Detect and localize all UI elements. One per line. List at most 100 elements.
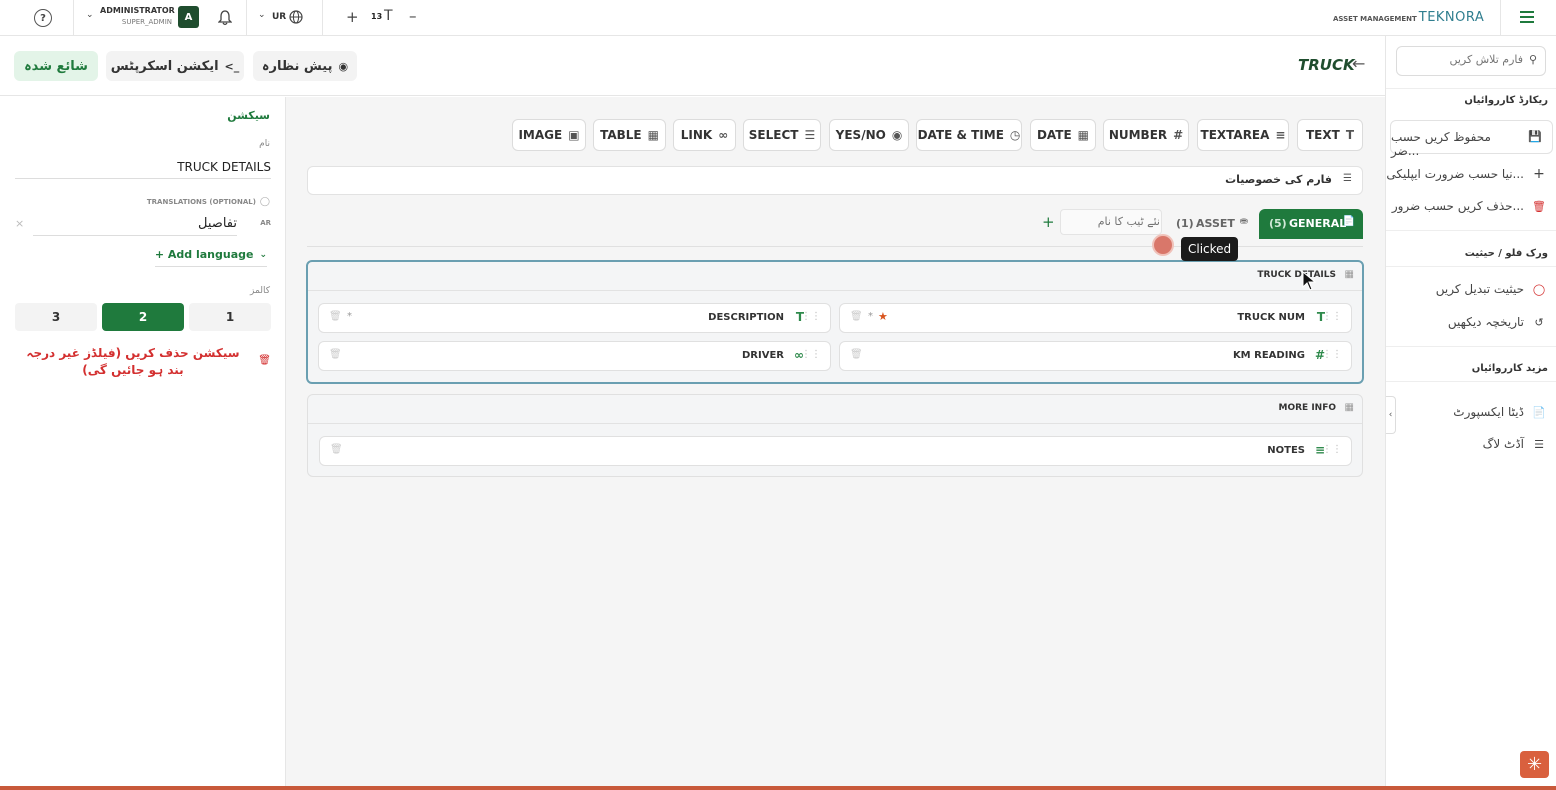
drag-handle-icon[interactable]: ▦ — [1345, 402, 1354, 413]
user-menu-chevron-icon[interactable]: ⌄ — [86, 10, 94, 20]
globe-icon[interactable] — [288, 9, 304, 25]
document-icon: 📄 — [1532, 405, 1546, 419]
form-properties-bar[interactable]: فارم کی خصوصیات ☰ — [307, 166, 1363, 195]
field-type-datetime[interactable]: DATE & TIME ◷ — [916, 119, 1022, 151]
font-decrease-button[interactable]: – — [409, 7, 417, 25]
sidebar-item-delete[interactable]: حذف کریں حسب ضرور... 🗑 — [1392, 199, 1546, 213]
add-tab-button[interactable]: + — [1042, 213, 1055, 231]
field-driver[interactable]: ⋮⋮ ∞ DRIVER 🗑 — [318, 341, 831, 371]
trash-icon: 🗑 — [258, 355, 271, 366]
preview-button[interactable]: پیش نظارہ ◉ — [253, 51, 357, 81]
section-title: MORE INFO — [1278, 403, 1337, 413]
translation-input[interactable]: تفاصيل — [33, 212, 237, 236]
font-increase-button[interactable]: + — [346, 8, 359, 26]
add-language-button[interactable]: + Add language ⌄ — [154, 248, 267, 267]
field-type-textarea[interactable]: TEXTAREA ≡ — [1197, 119, 1289, 151]
tab-asset[interactable]: (1) ASSET ⛂ — [1170, 209, 1254, 239]
field-description[interactable]: ⋮⋮ T DESCRIPTION 🗑 * — [318, 303, 831, 333]
avatar[interactable]: A — [178, 6, 199, 28]
sidebar-item-change-status[interactable]: حیثیت تبدیل کریں ◯ — [1436, 282, 1546, 296]
link-icon: ∞ — [794, 348, 804, 362]
user-info[interactable]: ADMINISTRATOR SUPER_ADMIN — [100, 6, 175, 26]
sidebar-item-history[interactable]: تاریخچہ دیکھیں ↺ — [1448, 315, 1546, 329]
sidebar-item-export[interactable]: ڈیٹا ایکسپورٹ 📄 — [1453, 405, 1546, 419]
tab-general[interactable]: (5) GENERAL 📄 — [1259, 209, 1363, 239]
drag-handle-icon[interactable]: ⋮⋮ — [1322, 349, 1342, 360]
workflow-heading: ورک فلو / حیثیت — [1464, 248, 1548, 259]
trash-icon[interactable]: 🗑 — [850, 311, 863, 322]
form-search-input[interactable] — [1403, 53, 1523, 66]
hash-icon: # — [1173, 128, 1184, 142]
help-icon[interactable]: ? — [34, 9, 52, 27]
field-type-label: NUMBER — [1108, 128, 1168, 142]
section-truck-details[interactable]: ▦ TRUCK DETAILS ⋮⋮ T TRUCK NUM 🗑 * ★ ⋮⋮ … — [306, 260, 1364, 384]
translation-row: × تفاصيل AR — [15, 212, 271, 236]
bell-icon[interactable] — [215, 8, 235, 28]
new-tab-name-input[interactable] — [1064, 215, 1160, 228]
trash-icon[interactable]: 🗑 — [850, 349, 863, 360]
section-more-info[interactable]: ▦ MORE INFO ⋮⋮ ≡ NOTES 🗑 — [307, 394, 1363, 477]
image-icon: ▣ — [568, 128, 580, 142]
field-name: KM READING — [1232, 350, 1305, 361]
hash-icon: # — [1314, 348, 1325, 362]
trash-icon[interactable]: 🗑 — [330, 444, 343, 455]
sidebar-item-export-label: ڈیٹا ایکسپورٹ — [1453, 405, 1524, 419]
drag-handle-icon[interactable]: ⋮⋮ — [801, 349, 821, 360]
field-type-label: TEXTAREA — [1200, 128, 1270, 142]
textarea-icon: ≡ — [1275, 128, 1286, 142]
code-icon: <_ — [224, 59, 240, 73]
drag-handle-icon[interactable]: ⋮⋮ — [801, 311, 821, 322]
back-arrow-icon[interactable]: ← — [1352, 54, 1365, 73]
sidebar-collapse-toggle[interactable]: ‹ — [1386, 396, 1396, 434]
field-type-yesno[interactable]: YES/NO ◉ — [829, 119, 909, 151]
new-tab-input[interactable] — [1060, 209, 1162, 235]
form-properties-label: فارم کی خصوصیات — [1225, 173, 1332, 186]
field-truck-num[interactable]: ⋮⋮ T TRUCK NUM 🗑 * ★ — [839, 303, 1352, 333]
field-type-date[interactable]: DATE ▦ — [1030, 119, 1096, 151]
field-type-table[interactable]: TABLE ▦ — [593, 119, 666, 151]
trash-icon[interactable]: 🗑 — [329, 349, 342, 360]
field-name: DRIVER — [742, 350, 784, 361]
sidebar-item-audit[interactable]: آڈٹ لاگ ☰ — [1483, 437, 1546, 451]
action-scripts-button[interactable]: ایکشن اسکرپٹس <_ — [106, 51, 244, 81]
field-type-select[interactable]: SELECT ☰ — [743, 119, 821, 151]
cursor-icon — [1302, 270, 1317, 294]
field-type-link[interactable]: LINK ∞ — [673, 119, 736, 151]
sidebar-item-history-label: تاریخچہ دیکھیں — [1447, 315, 1524, 329]
field-type-image[interactable]: IMAGE ▣ — [512, 119, 586, 151]
section-name-field[interactable]: TRUCK DETAILS — [15, 155, 271, 179]
brand-logo[interactable]: ASSET MANAGEMENT TEKNORA — [1333, 10, 1484, 25]
language-chevron-icon[interactable]: ⌄ — [258, 10, 266, 20]
required-toggle[interactable]: * — [347, 311, 352, 322]
section-name-value: TRUCK DETAILS — [177, 160, 271, 174]
drag-handle-icon[interactable]: ⋮⋮ — [1322, 311, 1342, 322]
section-properties-panel: سیکشن نام TRUCK DETAILS TRANSLATIONS (OP… — [0, 97, 286, 790]
remove-translation-icon[interactable]: × — [15, 217, 24, 230]
add-language-label: + Add language — [154, 248, 254, 261]
field-km-reading[interactable]: ⋮⋮ # KM READING 🗑 — [839, 341, 1352, 371]
chevron-down-icon: ⌄ — [259, 249, 267, 260]
column-option-2[interactable]: 2 — [102, 303, 184, 331]
sparkle-icon[interactable]: ✳ — [1520, 751, 1549, 778]
language-code[interactable]: UR — [272, 12, 286, 22]
tab-general-label: GENERAL — [1289, 217, 1347, 230]
hamburger-menu-icon[interactable] — [1519, 10, 1535, 24]
field-type-number[interactable]: NUMBER # — [1103, 119, 1189, 151]
search-box[interactable]: ⚲ — [1396, 46, 1546, 76]
column-option-1[interactable]: 1 — [189, 303, 271, 331]
trash-icon: 🗑 — [1532, 199, 1546, 213]
records-actions-heading: ریکارڈ کارروائیاں — [1464, 95, 1548, 106]
shield-icon: ◯ — [1532, 282, 1546, 296]
textarea-icon: ≡ — [1314, 443, 1325, 457]
published-button[interactable]: شائع شدہ — [14, 51, 98, 81]
drag-handle-icon[interactable]: ⋮⋮ — [1322, 444, 1342, 455]
user-role: SUPER_ADMIN — [121, 18, 172, 26]
column-option-3[interactable]: 3 — [15, 303, 97, 331]
sidebar-item-new[interactable]: نیا حسب ضرورت ایپلیکی... + — [1386, 166, 1546, 182]
trash-icon[interactable]: 🗑 — [329, 311, 342, 322]
sidebar-item-save[interactable]: 💾 محفوظ کریں حسب ضر... — [1390, 120, 1553, 158]
drag-handle-icon[interactable]: ▦ — [1345, 269, 1354, 280]
required-toggle[interactable]: * — [868, 311, 873, 322]
field-notes[interactable]: ⋮⋮ ≡ NOTES 🗑 — [319, 436, 1352, 466]
field-type-text[interactable]: TEXT T — [1297, 119, 1363, 151]
